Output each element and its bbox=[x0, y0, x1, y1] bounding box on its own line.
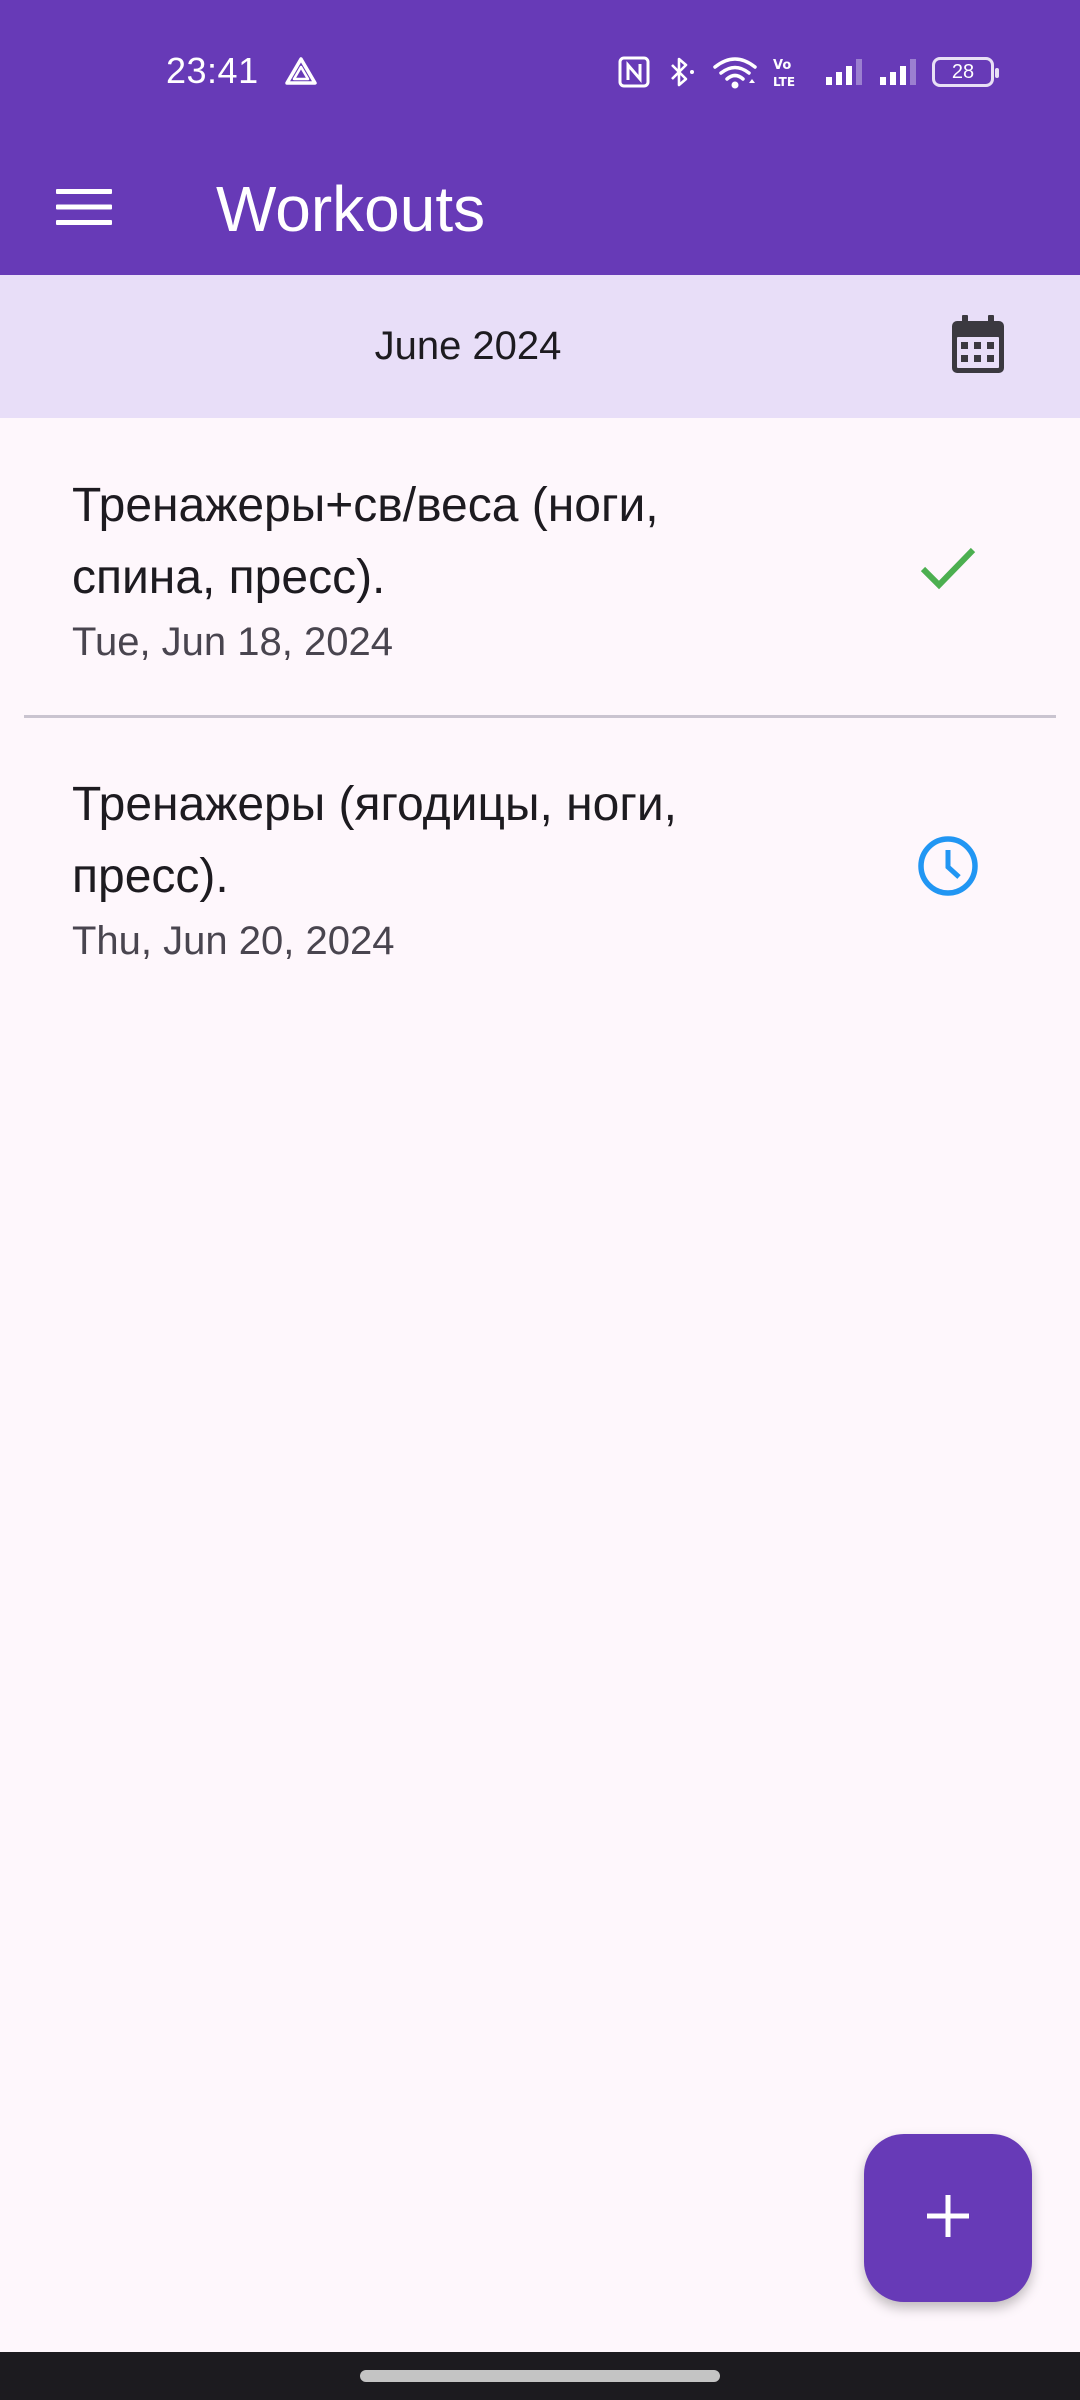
workout-list: Тренажеры+св/веса (ноги, спина, пресс). … bbox=[0, 418, 1080, 1017]
wifi-icon bbox=[712, 55, 758, 89]
status-time: 23:41 bbox=[166, 50, 259, 91]
month-bar: June 2024 bbox=[0, 275, 1080, 418]
status-bar: 23:41 Vo LTE 28 bbox=[0, 0, 1080, 142]
nfc-icon bbox=[618, 56, 650, 88]
battery-level: 28 bbox=[951, 60, 975, 83]
navigation-icon bbox=[284, 56, 318, 86]
signal-icon bbox=[824, 57, 864, 87]
check-icon bbox=[910, 530, 986, 606]
page-title: Workouts bbox=[216, 172, 486, 245]
workout-text: Тренажеры+св/веса (ноги, спина, пресс). … bbox=[72, 470, 772, 670]
bluetooth-icon bbox=[664, 55, 698, 89]
list-item[interactable]: Тренажеры (ягодицы, ноги, пресс). Thu, J… bbox=[0, 717, 1080, 1017]
workout-date: Tue, Jun 18, 2024 bbox=[72, 620, 393, 664]
workout-date: Thu, Jun 20, 2024 bbox=[72, 919, 395, 963]
workout-title: Тренажеры+св/веса (ноги, спина, пресс). bbox=[72, 470, 772, 614]
svg-text:LTE: LTE bbox=[773, 75, 795, 89]
month-label[interactable]: June 2024 bbox=[0, 275, 936, 418]
workout-title: Тренажеры (ягодицы, ноги, пресс). bbox=[72, 769, 772, 913]
svg-text:Vo: Vo bbox=[773, 58, 791, 73]
add-workout-button[interactable] bbox=[864, 2134, 1032, 2302]
clock-icon bbox=[910, 828, 986, 904]
add-icon bbox=[924, 2192, 972, 2245]
volte-icon: Vo LTE bbox=[772, 55, 810, 89]
signal-icon bbox=[878, 57, 918, 87]
calendar-icon bbox=[950, 314, 1006, 380]
menu-icon bbox=[56, 187, 112, 232]
home-indicator[interactable] bbox=[360, 2370, 720, 2382]
workout-text: Тренажеры (ягодицы, ноги, пресс). Thu, J… bbox=[72, 769, 772, 969]
workout-title-line: спина, пресс). bbox=[72, 551, 386, 604]
list-item[interactable]: Тренажеры+св/веса (ноги, спина, пресс). … bbox=[0, 418, 1080, 717]
workouts-screen: 23:41 Vo LTE 28 Workouts June 2024 Трена… bbox=[0, 0, 1080, 2400]
system-nav-bar bbox=[0, 2352, 1080, 2400]
app-bar: Workouts bbox=[0, 142, 1080, 275]
workout-title-line: Тренажеры+св/веса (ноги, bbox=[72, 479, 659, 532]
calendar-button[interactable] bbox=[930, 311, 1026, 383]
workout-title-line: пресс). bbox=[72, 850, 229, 903]
battery-indicator: 28 bbox=[932, 57, 999, 87]
workout-title-line: Тренажеры (ягодицы, ноги, bbox=[72, 778, 677, 831]
menu-button[interactable] bbox=[34, 174, 134, 244]
status-icons: Vo LTE 28 bbox=[618, 50, 999, 94]
